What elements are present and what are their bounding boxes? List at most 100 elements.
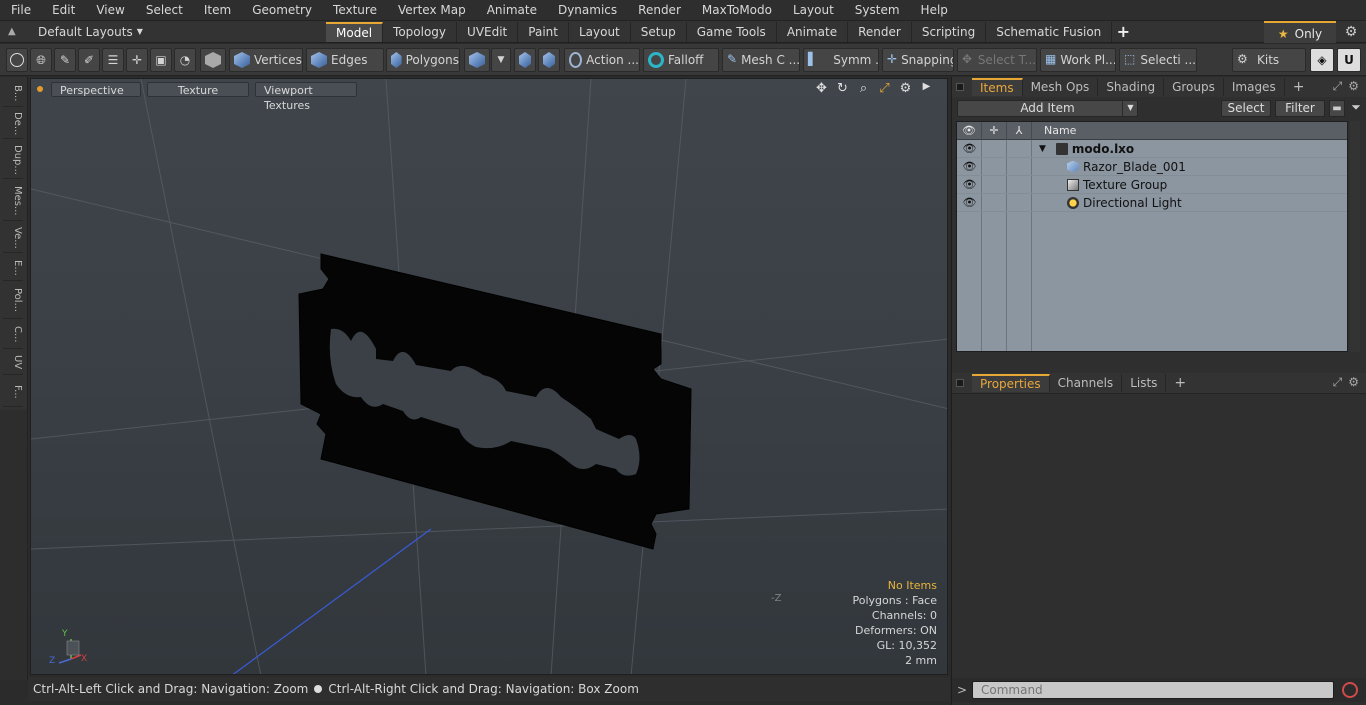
menu-geometry[interactable]: Geometry — [241, 0, 322, 21]
vtab-mesh-edit[interactable]: Mes... — [3, 181, 23, 221]
eye-icon[interactable]: 👁︎ — [957, 178, 982, 191]
rotate-button[interactable]: ◔ — [174, 48, 196, 72]
menu-render[interactable]: Render — [627, 0, 691, 21]
tab-topology[interactable]: Topology — [383, 21, 458, 42]
eye-icon[interactable]: 👁︎ — [957, 142, 982, 155]
eye-icon[interactable]: 👁︎ — [957, 196, 982, 209]
panel-menu-icon[interactable] — [956, 83, 964, 91]
vtab-polygon[interactable]: Pol... — [3, 283, 23, 319]
lock-column-icon[interactable]: ✛ — [982, 122, 1007, 140]
add-tab-button[interactable]: + — [1112, 22, 1134, 41]
tree-row-texture[interactable]: 👁︎ Texture Group — [957, 176, 1347, 194]
mesh-constraint-button[interactable]: ✎ Mesh C ... — [722, 48, 800, 72]
transform-button[interactable]: ✛ — [126, 48, 148, 72]
razor-blade-mesh[interactable] — [298, 253, 692, 550]
tab-render[interactable]: Render — [848, 21, 912, 42]
menu-view[interactable]: View — [85, 0, 134, 21]
tree-row-light[interactable]: 👁︎ Directional Light — [957, 194, 1347, 212]
tab-properties[interactable]: Properties — [972, 374, 1050, 392]
item-tree[interactable]: 👁︎ ✛ ⅄ Name 👁︎ ▼ modo.lxo 👁︎ Razor_Blade_… — [956, 121, 1348, 352]
menu-texture[interactable]: Texture — [322, 0, 387, 21]
action-center-button[interactable]: Action ... — [564, 48, 640, 72]
mode-dropdown-button[interactable]: ▼ — [491, 48, 511, 72]
polygons-button[interactable]: Polygons — [386, 48, 460, 72]
add-item-button[interactable]: Add Item — [957, 100, 1138, 117]
collapse-up-icon[interactable]: ▲ — [8, 26, 22, 37]
command-input[interactable] — [972, 681, 1334, 699]
work-plane-button[interactable]: ▦ Work Pl... — [1040, 48, 1116, 72]
vtab-vertex[interactable]: Ve... — [3, 223, 23, 253]
visibility-column-icon[interactable]: 👁︎ — [957, 122, 982, 140]
axis-column-icon[interactable]: ⅄ — [1007, 122, 1032, 140]
tab-groups[interactable]: Groups — [1164, 78, 1224, 96]
vtab-duplicate[interactable]: Dup... — [3, 141, 23, 179]
tree-row-scene[interactable]: 👁︎ ▼ modo.lxo — [957, 140, 1347, 158]
vtab-fusion[interactable]: F... — [3, 377, 23, 407]
tab-scripting[interactable]: Scripting — [912, 21, 987, 42]
vtab-edge[interactable]: E... — [3, 255, 23, 281]
snap-box-button[interactable]: ▣ — [150, 48, 172, 72]
gear-icon[interactable]: ⚙ — [1340, 21, 1362, 43]
menu-file[interactable]: File — [0, 0, 41, 21]
tab-paint[interactable]: Paint — [518, 21, 569, 42]
menu-layout[interactable]: Layout — [782, 0, 844, 21]
menu-animate[interactable]: Animate — [476, 0, 547, 21]
collapse-button[interactable]: ▬ — [1329, 100, 1345, 117]
tab-channels[interactable]: Channels — [1050, 374, 1123, 392]
expand-icon[interactable]: ⤢ — [1333, 79, 1343, 94]
texture-mode-button[interactable] — [538, 48, 560, 72]
tab-layout[interactable]: Layout — [569, 21, 631, 42]
falloff-button[interactable]: Falloff — [643, 48, 719, 72]
orbit-icon[interactable]: ↻ — [834, 81, 851, 96]
globe-button[interactable]: 🌐︎ — [30, 48, 52, 72]
stop-icon[interactable] — [1342, 682, 1358, 698]
eye-icon[interactable]: 👁︎ — [957, 160, 982, 173]
menu-select[interactable]: Select — [135, 0, 193, 21]
expand-triangle-icon[interactable]: ▼ — [1039, 144, 1046, 154]
pan-icon[interactable]: ✥ — [813, 81, 830, 96]
tab-lists[interactable]: Lists — [1122, 374, 1167, 392]
menu-item[interactable]: Item — [193, 0, 241, 21]
snapping-button[interactable]: ✛ Snapping — [882, 48, 954, 72]
tab-mesh-ops[interactable]: Mesh Ops — [1023, 78, 1099, 96]
edges-button[interactable]: Edges — [306, 48, 384, 72]
perspective-button[interactable]: Perspective — [51, 81, 141, 97]
add-panel-tab-icon[interactable]: + — [1285, 79, 1313, 95]
align-button[interactable]: ☰ — [102, 48, 124, 72]
menu-dynamics[interactable]: Dynamics — [547, 0, 627, 21]
tab-images[interactable]: Images — [1224, 78, 1285, 96]
expand-icon[interactable]: ⤢ — [1333, 375, 1343, 390]
symmetry-button[interactable]: ▌ Symm ... — [803, 48, 879, 72]
panel-gear-icon[interactable]: ⚙ — [1348, 79, 1359, 94]
vtab-uv[interactable]: UV — [3, 351, 23, 375]
brush-button[interactable]: ✐ — [78, 48, 100, 72]
add-item-dropdown[interactable]: ▼ — [1122, 100, 1138, 117]
pen-button[interactable]: ✎ — [54, 48, 76, 72]
tab-model[interactable]: Model — [326, 21, 384, 42]
filter-button[interactable]: Filter — [1275, 100, 1325, 117]
viewport-gear-icon[interactable]: ⚙ — [897, 81, 914, 96]
menu-system[interactable]: System — [844, 0, 910, 21]
menu-edit[interactable]: Edit — [41, 0, 85, 21]
material-button[interactable] — [514, 48, 536, 72]
selection-sets-button[interactable]: ⬚ Selecti ... — [1119, 48, 1197, 72]
tab-uvedit[interactable]: UVEdit — [457, 21, 519, 42]
tab-schematic-fusion[interactable]: Schematic Fusion — [986, 21, 1113, 42]
items-mode-button[interactable] — [464, 48, 490, 72]
tab-game-tools[interactable]: Game Tools — [687, 21, 777, 42]
funnel-button[interactable]: ⏷ — [1348, 100, 1364, 117]
menu-help[interactable]: Help — [910, 0, 958, 21]
menu-vertex-map[interactable]: Vertex Map — [387, 0, 476, 21]
tab-items[interactable]: Items — [972, 78, 1023, 96]
name-column-header[interactable]: Name — [1032, 124, 1076, 137]
tree-row-mesh[interactable]: 👁︎ Razor_Blade_001 — [957, 158, 1347, 176]
play-icon[interactable]: ▶ — [918, 81, 935, 96]
select-button[interactable]: Select — [1221, 100, 1271, 117]
viewport-textures-button[interactable]: Viewport Textures — [255, 81, 357, 112]
zoom-icon[interactable]: ⌕ — [855, 81, 872, 96]
add-panel-tab-icon[interactable]: + — [1166, 375, 1194, 391]
tab-shading[interactable]: Shading — [1098, 78, 1165, 96]
vtab-deform[interactable]: De... — [3, 109, 23, 139]
tab-setup[interactable]: Setup — [631, 21, 687, 42]
panel-menu-icon[interactable] — [956, 379, 964, 387]
